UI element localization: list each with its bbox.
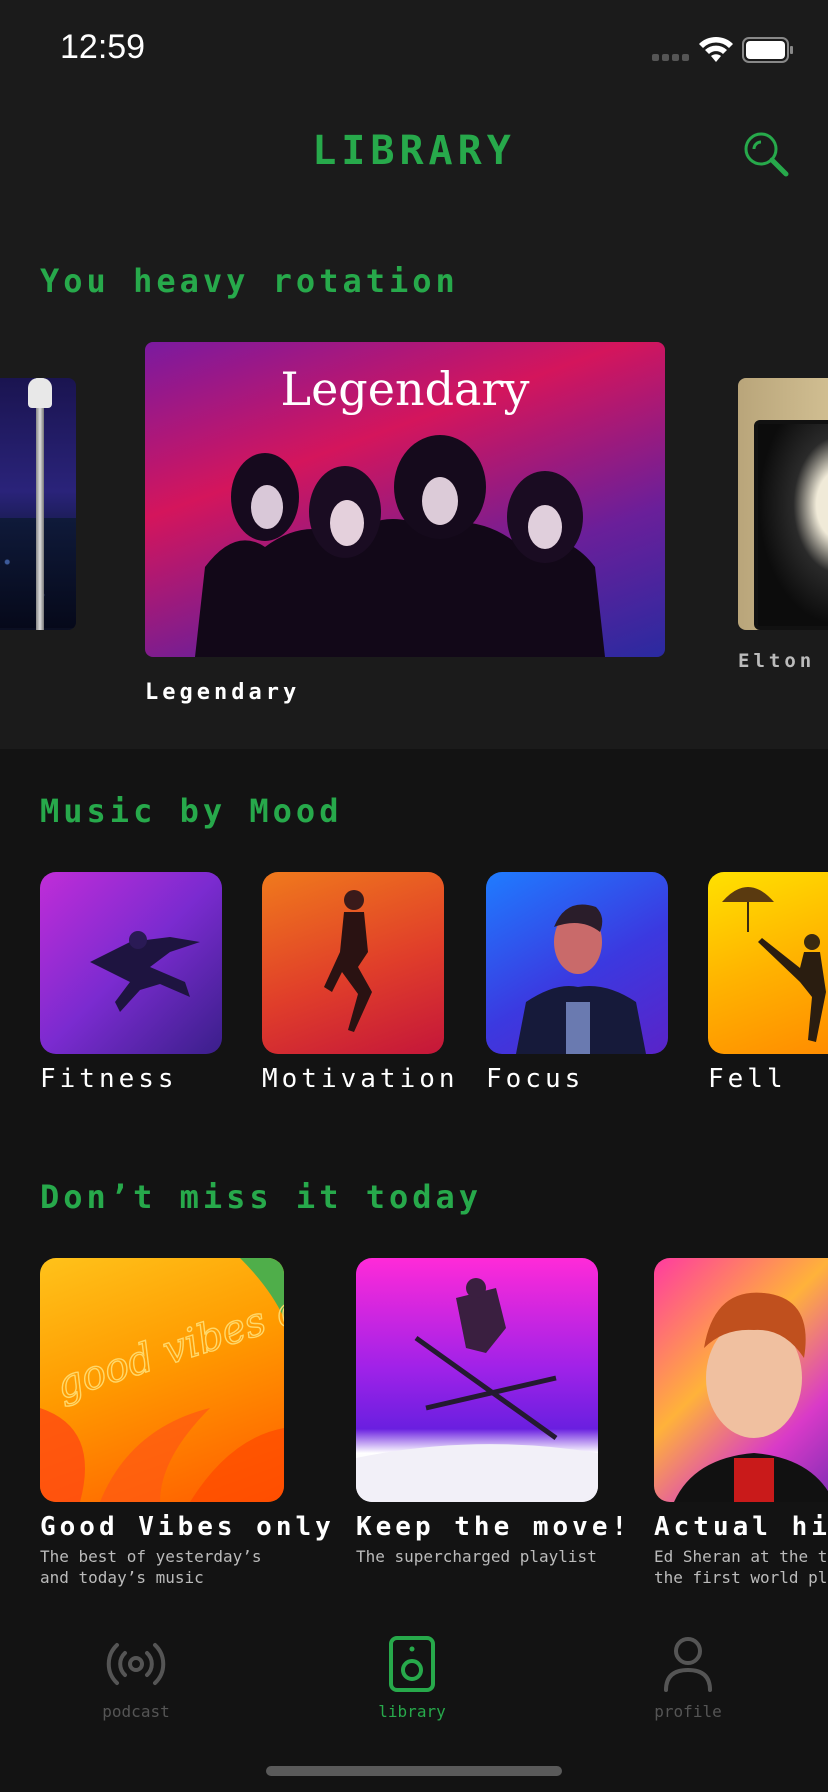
playlist-title-actual-hit: Actual hit [654,1512,828,1542]
playlist-subtitle-keep-the-move: The supercharged playlist [356,1546,597,1567]
mood-tile-motivation[interactable] [262,872,444,1054]
battery-icon [742,37,793,63]
mood-label-fitness: Fitness [40,1064,178,1094]
rotation-card-legendary[interactable]: Legendary [145,342,665,657]
lamp-post-image [36,378,44,630]
cellular-signal-icon [652,54,692,62]
band-photo-image [195,435,605,657]
tab-podcast[interactable]: podcast [36,1636,236,1721]
status-bar: 12:59 [0,0,828,100]
subtitle-line: The supercharged playlist [356,1547,597,1566]
subtitle-line: and today’s music [40,1568,204,1587]
mood-label-motivation: Motivation [262,1064,459,1094]
rotation-card-city[interactable] [0,378,76,630]
playlist-cover-actual-hit[interactable] [654,1258,828,1502]
broadcast-icon [106,1643,166,1685]
ed-sheeran-portrait-image [674,1292,828,1502]
subtitle-line: The best of yesterday’s [40,1547,262,1566]
cover-script-text: good vibes only [51,1267,284,1409]
rotation-card-elton[interactable] [738,378,828,630]
tab-label-podcast: podcast [102,1702,170,1721]
playlist-title-keep-the-move: Keep the move! [356,1512,632,1542]
athlete-image [324,890,372,1032]
skier-image [356,1278,598,1502]
elton-photo-image [754,420,828,630]
mood-label-focus: Focus [486,1064,585,1094]
playlist-cover-keep-the-move[interactable] [356,1258,598,1502]
dont-miss-section-title: Don’t miss it today [40,1178,483,1216]
mood-label-fell: Fell [708,1064,787,1094]
search-icon[interactable] [742,130,790,178]
tab-label-profile: profile [654,1702,722,1721]
mood-tile-fell[interactable] [708,872,828,1054]
rotation-label-elton: Elton J [738,650,828,672]
mood-tile-focus[interactable] [486,872,668,1054]
page-title: LIBRARY [312,128,516,174]
man-portrait-image [516,904,646,1054]
playlist-subtitle-actual-hit: Ed Sheran at the t the first world pl [654,1546,827,1588]
playlist-subtitle-good-vibes: The best of yesterday’s and today’s musi… [40,1546,262,1588]
subtitle-line: Ed Sheran at the t [654,1547,828,1566]
rotation-label-legendary: Legendary [145,680,301,705]
mood-tile-fitness[interactable] [40,872,222,1054]
tab-profile[interactable]: profile [588,1636,788,1721]
cover-title: Legendary [280,362,530,416]
leaves-artwork-image: good vibes only [40,1258,284,1502]
tab-library[interactable]: library [312,1636,512,1721]
playlist-cover-good-vibes[interactable]: good vibes only [40,1258,284,1502]
status-time: 12:59 [60,28,146,66]
subtitle-line: the first world pl [654,1568,828,1587]
tab-label-library: library [378,1702,446,1721]
person-icon [664,1637,712,1692]
lamp-image [28,378,52,408]
speaker-icon [389,1636,435,1692]
mood-section-title: Music by Mood [40,792,343,830]
heavy-rotation-title: You heavy rotation [40,262,459,300]
dancer-image [90,931,200,1012]
umbrella-woman-image [722,887,826,1042]
home-indicator[interactable] [266,1766,562,1776]
wifi-icon [699,36,733,62]
playlist-title-good-vibes: Good Vibes only [40,1512,335,1542]
